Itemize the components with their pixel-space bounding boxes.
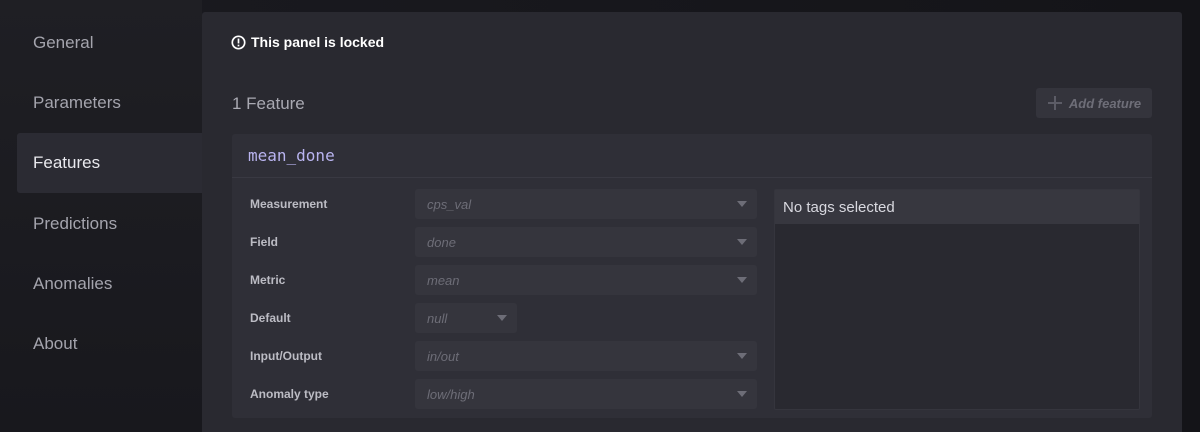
sidebar: General Parameters Features Predictions … <box>0 0 202 432</box>
lock-notice: This panel is locked <box>231 34 384 50</box>
sidebar-item-label: About <box>33 334 78 353</box>
field-label: Field <box>250 235 279 249</box>
caret-down-icon <box>497 315 507 321</box>
sidebar-item-parameters[interactable]: Parameters <box>17 73 202 133</box>
sidebar-item-label: Features <box>33 153 101 172</box>
caret-down-icon <box>737 239 747 245</box>
select-value: null <box>427 310 448 326</box>
sidebar-item-general[interactable]: General <box>17 13 202 73</box>
measurement-select[interactable]: cps_val <box>415 189 757 219</box>
field-label: Measurement <box>250 197 328 211</box>
field-row-metric: Metric <box>250 265 415 295</box>
field-row-input-output: Input/Output <box>250 341 415 371</box>
field-label: Anomaly type <box>250 387 329 401</box>
select-value: low/high <box>427 386 475 402</box>
caret-down-icon <box>737 201 747 207</box>
sidebar-item-label: Parameters <box>33 93 121 112</box>
field-row-field: Field <box>250 227 415 257</box>
default-select[interactable]: null <box>415 303 517 333</box>
anomaly-type-select[interactable]: low/high <box>415 379 757 409</box>
field-select[interactable]: done <box>415 227 757 257</box>
add-feature-button[interactable]: Add feature <box>1036 88 1152 118</box>
feature-name: mean_done <box>232 134 1152 178</box>
field-row-measurement: Measurement <box>250 189 415 219</box>
input-output-select[interactable]: in/out <box>415 341 757 371</box>
lock-message: This panel is locked <box>251 34 385 50</box>
field-label: Metric <box>250 273 286 287</box>
field-row-default: Default <box>250 303 415 333</box>
sidebar-item-anomalies[interactable]: Anomalies <box>17 254 202 314</box>
field-row-anomaly-type: Anomaly type <box>250 379 415 409</box>
sidebar-item-about[interactable]: About <box>17 314 202 374</box>
add-feature-label: Add feature <box>1068 95 1142 111</box>
field-label: Default <box>250 311 291 325</box>
feature-count: 1 Feature <box>232 94 305 113</box>
exclamation-circle-icon <box>231 34 246 50</box>
tags-selector[interactable]: No tags selected <box>774 189 1140 410</box>
sidebar-item-predictions[interactable]: Predictions <box>17 194 202 254</box>
select-value: done <box>427 234 456 250</box>
select-value: cps_val <box>427 196 472 212</box>
plus-icon <box>1047 96 1062 110</box>
metric-select[interactable]: mean <box>415 265 757 295</box>
select-value: mean <box>427 272 460 288</box>
sidebar-item-label: Anomalies <box>33 274 113 293</box>
sidebar-item-label: Predictions <box>33 214 118 233</box>
caret-down-icon <box>737 277 747 283</box>
sidebar-item-label: General <box>33 33 94 52</box>
field-label: Input/Output <box>250 349 322 363</box>
tags-placeholder: No tags selected <box>775 190 1139 224</box>
feature-card: mean_done Measurement cps_val Field done… <box>232 134 1152 418</box>
caret-down-icon <box>737 353 747 359</box>
sidebar-item-features[interactable]: Features <box>17 133 202 193</box>
features-panel: This panel is locked 1 Feature Add featu… <box>202 12 1182 432</box>
select-value: in/out <box>427 348 459 364</box>
caret-down-icon <box>737 391 747 397</box>
